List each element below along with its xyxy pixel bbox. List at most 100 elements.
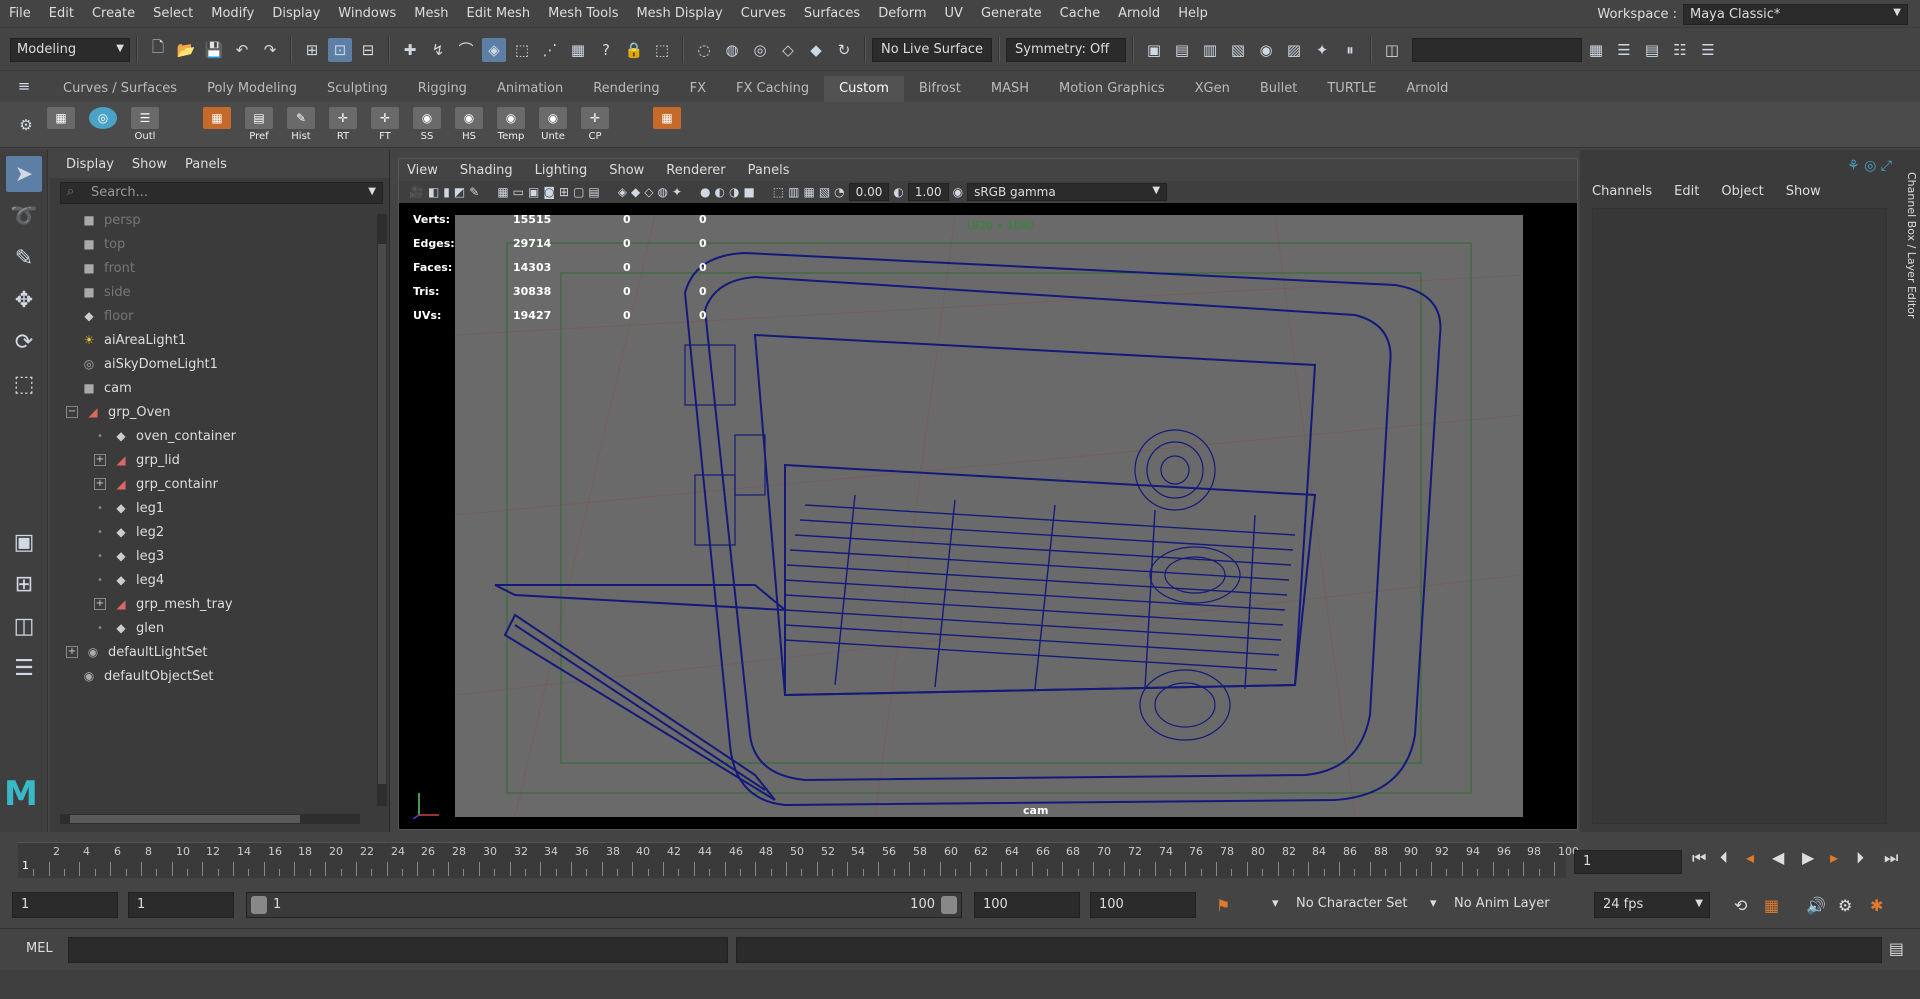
single-view-layout-icon[interactable]: ▣ (6, 524, 42, 560)
chevron-down-icon[interactable]: ▾ (1424, 892, 1443, 918)
shelf-button-pref[interactable]: ▤ Pref (240, 105, 278, 145)
outliner-item-grp-containr[interactable]: + ◢ grp_containr (50, 472, 389, 496)
select-object-icon[interactable]: ⊡ (328, 37, 352, 62)
outliner-item-grp-oven[interactable]: − ◢ grp_Oven (50, 400, 389, 424)
anim-prefs-icon[interactable]: ⚙ (1832, 892, 1858, 918)
scene-start-field[interactable]: 1 (12, 892, 118, 918)
snap-point-icon[interactable]: ⌒ (454, 38, 478, 62)
exposure-icon[interactable]: ◔ (834, 185, 844, 199)
menu-item-generate[interactable]: Generate (972, 6, 1051, 21)
anti-aliasing-icon[interactable]: ▦ (803, 185, 814, 199)
select-icon[interactable]: ⬚ (650, 38, 674, 62)
paint-select-icon[interactable]: ◍ (720, 38, 744, 62)
expand-icon[interactable]: + (66, 646, 78, 658)
outliner-item-leg2[interactable]: • ◆ leg2 (50, 520, 389, 544)
outliner-item-grp-lid[interactable]: + ◢ grp_lid (50, 448, 389, 472)
script-editor-icon[interactable]: ▤ (1889, 939, 1904, 958)
rotate-select-icon[interactable]: ↻ (832, 38, 856, 62)
viewport-menu-shading[interactable]: Shading (460, 163, 513, 178)
safe-action-icon[interactable]: ▢ (573, 185, 584, 199)
color-space-dropdown[interactable]: sRGB gamma ▼ (967, 183, 1168, 201)
select-component-icon[interactable]: ⊟ (356, 38, 380, 62)
shelf-tab-animation[interactable]: Animation (482, 76, 578, 102)
playback-end-field[interactable]: 100 (974, 892, 1080, 918)
wireframe-on-shaded-icon[interactable]: ◇ (644, 185, 653, 199)
outliner-layout-icon[interactable]: ☰ (6, 650, 42, 686)
reflection-icon[interactable]: ◇ (776, 38, 800, 62)
shelf-button-unte[interactable]: ◉ Unte (534, 105, 572, 145)
textured-icon[interactable]: ◐ (714, 185, 724, 199)
outliner-item-grp-mesh-tray[interactable]: + ◢ grp_mesh_tray (50, 592, 389, 616)
outliner-menu-display[interactable]: Display (66, 157, 114, 172)
undo-icon[interactable]: ↶ (230, 38, 254, 62)
snap-curve-icon[interactable]: ↯ (426, 38, 450, 62)
shelf-button-timeline[interactable]: ▦ (198, 105, 236, 145)
menu-item-curves[interactable]: Curves (732, 6, 795, 21)
collapse-icon[interactable]: − (66, 406, 78, 418)
snap-surface-icon[interactable]: ⋰ (538, 38, 562, 62)
soft-select-icon[interactable]: ◎ (748, 38, 772, 62)
select-tool-icon[interactable]: ➤ (6, 156, 42, 192)
outliner-item-side[interactable]: ■ side (50, 280, 389, 304)
play-forwards-icon[interactable]: ▶ (1802, 848, 1814, 867)
menu-item-windows[interactable]: Windows (329, 6, 405, 21)
tool-settings-icon[interactable]: ▤ (1640, 38, 1664, 62)
render-settings-icon[interactable]: ▧ (1226, 38, 1250, 62)
gate-mask-icon[interactable]: ◙ (543, 185, 555, 199)
channel-box-toolbar-icons[interactable]: ⚘ ◎ ⤢ (1847, 158, 1892, 174)
menu-item-file[interactable]: File (0, 6, 40, 21)
help-icon[interactable]: ? (594, 38, 618, 62)
step-forward-frame-icon[interactable]: ▸ (1830, 848, 1838, 867)
shelf-tab-fx-caching[interactable]: FX Caching (721, 76, 824, 102)
menu-item-mesh[interactable]: Mesh (405, 6, 457, 21)
render-view-icon[interactable]: ▣ (1142, 38, 1166, 62)
menu-item-arnold[interactable]: Arnold (1109, 6, 1169, 21)
shelf-tab-bifrost[interactable]: Bifrost (904, 76, 976, 102)
grid-icon[interactable]: ▦ (497, 185, 508, 199)
menu-item-uv[interactable]: UV (936, 6, 972, 21)
go-to-end-icon[interactable]: ⏭ (1884, 848, 1898, 868)
outliner-item-aiarealight1[interactable]: ☀ aiAreaLight1 (50, 328, 389, 352)
menu-set-dropdown[interactable]: Modeling ▼ (10, 37, 130, 62)
lock-icon[interactable]: 🔒 (622, 38, 646, 62)
workspace-dropdown[interactable]: Maya Classic* ▼ (1683, 4, 1908, 25)
outliner-item-defaultlightset[interactable]: + ◉ defaultLightSet (50, 640, 389, 664)
tweak-icon[interactable]: ◆ (804, 38, 828, 62)
new-scene-icon[interactable]: 🗋 (146, 38, 170, 62)
outliner-item-floor[interactable]: ◆ floor (50, 304, 389, 328)
shelf-button-outl[interactable]: ☰ Outl (126, 105, 164, 145)
isolate-select-icon[interactable]: ⬚ (773, 185, 784, 199)
expand-icon[interactable]: + (94, 598, 106, 610)
shelf-tab-arnold[interactable]: Arnold (1391, 76, 1463, 102)
move-tool-icon[interactable]: ✥ (6, 282, 42, 318)
image-plane-icon[interactable]: ◩ (454, 185, 465, 199)
exposure-field[interactable]: 0.00 (848, 183, 890, 201)
shelf-button-rt[interactable]: ✛ RT (324, 105, 362, 145)
menu-item-display[interactable]: Display (263, 6, 329, 21)
camera-icon[interactable]: 🎥 (409, 185, 424, 199)
step-back-frame-icon[interactable]: ◂ (1746, 848, 1754, 867)
snap-view-plane-icon[interactable]: ◈ (482, 37, 506, 62)
shelf-tab-poly-modeling[interactable]: Poly Modeling (192, 76, 312, 102)
ipr-render-icon[interactable]: ▥ (1198, 38, 1222, 62)
current-frame-field[interactable]: 1 (1574, 850, 1682, 874)
menu-item-create[interactable]: Create (83, 6, 144, 21)
shelf-tab-rendering[interactable]: Rendering (578, 76, 674, 102)
xray-icon[interactable]: ◍ (657, 185, 667, 199)
shelf-button-hs[interactable]: ◉ HS (450, 105, 488, 145)
channel-box-side-tab[interactable]: Channel Box / Layer Editor (1898, 172, 1918, 372)
outliner-item-cam[interactable]: ■ cam (50, 376, 389, 400)
shelf-tab-xgen[interactable]: XGen (1180, 76, 1245, 102)
history-icon[interactable]: ▦ (566, 38, 590, 62)
render-setup-icon[interactable]: ▨ (1282, 38, 1306, 62)
film-gate-icon[interactable]: ▭ (513, 185, 524, 199)
menu-item-surfaces[interactable]: Surfaces (795, 6, 869, 21)
outliner-item-top[interactable]: ■ top (50, 232, 389, 256)
two-view-layout-icon[interactable]: ◫ (6, 608, 42, 644)
quick-search-field[interactable] (1412, 37, 1583, 62)
outliner-horizontal-scrollbar[interactable] (60, 814, 360, 824)
wireframe-icon[interactable]: ◈ (618, 185, 627, 199)
menu-item-edit[interactable]: Edit (40, 6, 83, 21)
viewport-menu-panels[interactable]: Panels (748, 163, 790, 178)
save-scene-icon[interactable]: 💾 (202, 38, 226, 62)
